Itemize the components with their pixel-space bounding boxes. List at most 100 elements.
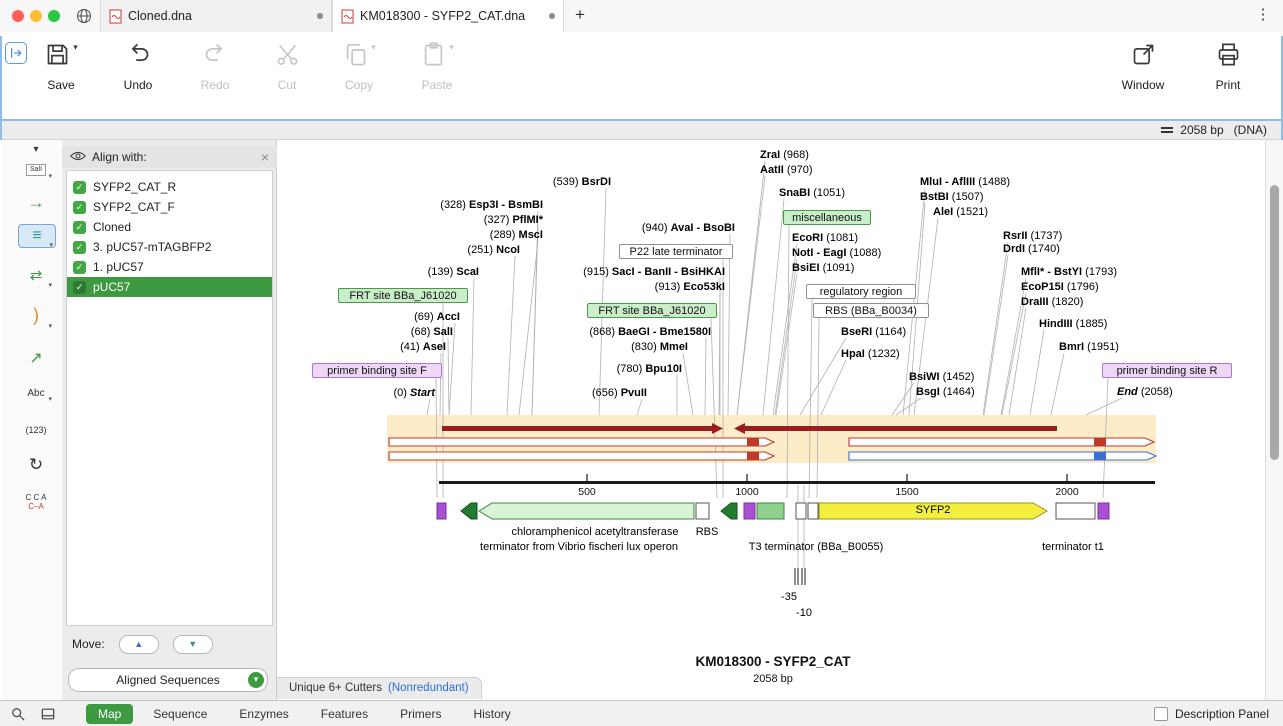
checkbox-icon[interactable]: ✓	[73, 221, 86, 234]
print-button[interactable]: Print	[1196, 40, 1260, 110]
tab-cloned-dna[interactable]: Cloned.dna	[100, 0, 332, 32]
feature-tag[interactable]: P22 late terminator	[619, 244, 733, 259]
window-button[interactable]: Window	[1111, 40, 1175, 110]
feature-label: -10	[796, 607, 812, 619]
checkbox-icon[interactable]: ✓	[73, 241, 86, 254]
tab-sequence[interactable]: Sequence	[141, 704, 219, 724]
ruler-tick-label: 1500	[892, 486, 922, 498]
primer-tool-icon[interactable]: ↗	[18, 348, 54, 370]
save-button[interactable]: ▾ Save	[29, 40, 93, 110]
cut-button[interactable]: Cut	[255, 40, 319, 110]
panel-toggle-icon[interactable]	[36, 704, 60, 724]
minimize-window-button[interactable]	[30, 10, 42, 22]
overflow-menu-button[interactable]: ⋮	[1253, 0, 1273, 32]
map-canvas[interactable]: KM018300 - SYFP2_CAT 2058 bp Unique 6+ C…	[277, 140, 1265, 700]
align-panel: Align with: × ✓SYFP2_CAT_R✓SYFP2_CAT_F✓C…	[62, 140, 277, 700]
redo-button[interactable]: Redo	[183, 40, 247, 110]
length-icon	[1161, 125, 1173, 135]
checkbox-icon[interactable]: ✓	[73, 181, 86, 194]
vertical-scrollbar[interactable]	[1265, 140, 1283, 700]
ruler-tick-label: 2000	[1052, 486, 1082, 498]
status-strip: 2058 bp (DNA)	[2, 121, 1281, 140]
tab-history[interactable]: History	[461, 704, 522, 724]
align-item[interactable]: ✓SYFP2_CAT_F	[67, 197, 272, 217]
rna-structure-tool-icon[interactable]: )▾	[18, 304, 54, 328]
ruler-tick-label: 1000	[732, 486, 762, 498]
print-icon	[1215, 41, 1242, 73]
enzyme-site-label: BmrI (1951)	[1059, 341, 1119, 354]
description-panel-control: Description Panel	[1154, 707, 1269, 721]
window-icon	[1130, 41, 1157, 73]
tab-label: Cloned.dna	[128, 9, 313, 23]
restriction-site-tool-icon[interactable]: SalI▾	[18, 156, 54, 178]
tab-enzymes[interactable]: Enzymes	[227, 704, 300, 724]
checkbox-icon[interactable]: ✓	[73, 281, 86, 294]
enzyme-site-label: HpaI (1232)	[841, 348, 900, 361]
close-icon[interactable]: ×	[261, 149, 269, 165]
tab-map[interactable]: Map	[86, 704, 133, 724]
translate-tool-icon[interactable]: ⇄▾	[18, 266, 54, 287]
feature-tag[interactable]: primer binding site F	[312, 363, 442, 378]
enzyme-site-label: DrdI (1740)	[1003, 243, 1060, 256]
undo-button[interactable]: Undo	[106, 40, 170, 110]
align-item[interactable]: ✓1. pUC57	[67, 257, 272, 277]
document-icon	[341, 9, 354, 24]
feature-arrow-tool-icon[interactable]: →	[18, 192, 54, 215]
enzyme-site-label: BsiEI (1091)	[792, 262, 854, 275]
feature-tag[interactable]: regulatory region	[806, 284, 916, 299]
codon-tool-icon[interactable]: C C AC–A	[18, 492, 54, 513]
feature-tag[interactable]: miscellaneous	[783, 210, 871, 225]
move-up-button[interactable]: ▲	[119, 635, 159, 654]
align-item[interactable]: ✓pUC57	[67, 277, 272, 297]
move-label: Move:	[72, 637, 105, 651]
text-tool-icon[interactable]: Abc▾	[18, 386, 54, 401]
feature-tag[interactable]: primer binding site R	[1102, 363, 1232, 378]
chevron-down-icon: ▾	[48, 281, 52, 289]
copy-button[interactable]: ▾ Copy	[327, 40, 391, 110]
feature-label: RBS	[696, 526, 719, 538]
search-icon[interactable]	[6, 704, 30, 724]
tab-primers[interactable]: Primers	[388, 704, 453, 724]
feature-tag[interactable]: FRT site BBa_J61020	[338, 288, 468, 303]
align-item[interactable]: ✓ 3. pUC57-mTAGBFP2	[67, 237, 272, 257]
enzyme-site-label: (68) SalI	[411, 326, 453, 339]
alignment-tool-icon[interactable]: ≡▾	[18, 224, 56, 248]
enzyme-site-label: (328) Esp3I - BsmBI	[440, 199, 543, 212]
align-item-label: Cloned	[93, 220, 131, 234]
enzyme-site-label: EcoRI (1081)	[792, 232, 858, 245]
aligned-sequences-dropdown[interactable]: Aligned Sequences ▾	[68, 668, 268, 692]
enzyme-site-label: NotI - EagI (1088)	[792, 247, 881, 260]
description-panel-checkbox[interactable]	[1154, 707, 1168, 721]
collapse-arrow-icon[interactable]: ▾	[18, 142, 54, 157]
align-item[interactable]: ✓SYFP2_CAT_R	[67, 177, 272, 197]
tab-label: KM018300 - SYFP2_CAT.dna	[360, 9, 545, 23]
align-item[interactable]: ✓ Cloned	[67, 217, 272, 237]
feature-label: chloramphenicol acetyltransferase	[512, 526, 679, 538]
tab-km018300-syfp2-cat-dna[interactable]: KM018300 - SYFP2_CAT.dna	[332, 0, 564, 32]
feature-tag[interactable]: RBS (BBa_B0034)	[813, 303, 929, 318]
zoom-window-button[interactable]	[48, 10, 60, 22]
undo-icon	[125, 41, 152, 73]
modified-dot-icon	[317, 13, 323, 19]
numbering-tool-icon[interactable]: (123)	[18, 424, 54, 438]
move-down-button[interactable]: ▼	[173, 635, 213, 654]
application-window: Cloned.dna KM018300 - SYFP2_CAT.dna + ⋮ …	[0, 0, 1283, 726]
close-window-button[interactable]	[12, 10, 24, 22]
rotate-tool-icon[interactable]: ↻	[18, 454, 54, 477]
align-item-label: 3. pUC57-mTAGBFP2	[93, 240, 211, 254]
checkbox-icon[interactable]: ✓	[73, 261, 86, 274]
eye-icon[interactable]	[70, 148, 86, 166]
scrollbar-thumb[interactable]	[1270, 185, 1279, 460]
paste-button[interactable]: ▾ Paste	[405, 40, 469, 110]
tab-features[interactable]: Features	[309, 704, 380, 724]
feature-tag[interactable]: FRT site BBa_J61020	[587, 303, 717, 318]
bottom-bar: Map Sequence Enzymes Features Primers History…	[0, 700, 1283, 726]
enzyme-site-label: AleI (1521)	[933, 206, 988, 219]
new-tab-button[interactable]: +	[566, 0, 594, 32]
align-panel-title: Align with:	[92, 150, 261, 164]
checkbox-icon[interactable]: ✓	[73, 201, 86, 214]
enzyme-site-label: BsiWI (1452)	[909, 371, 974, 384]
globe-icon[interactable]	[76, 8, 92, 24]
enzyme-site-label: (251) NcoI	[467, 244, 520, 257]
sidebar-toggle-button[interactable]	[5, 42, 27, 64]
